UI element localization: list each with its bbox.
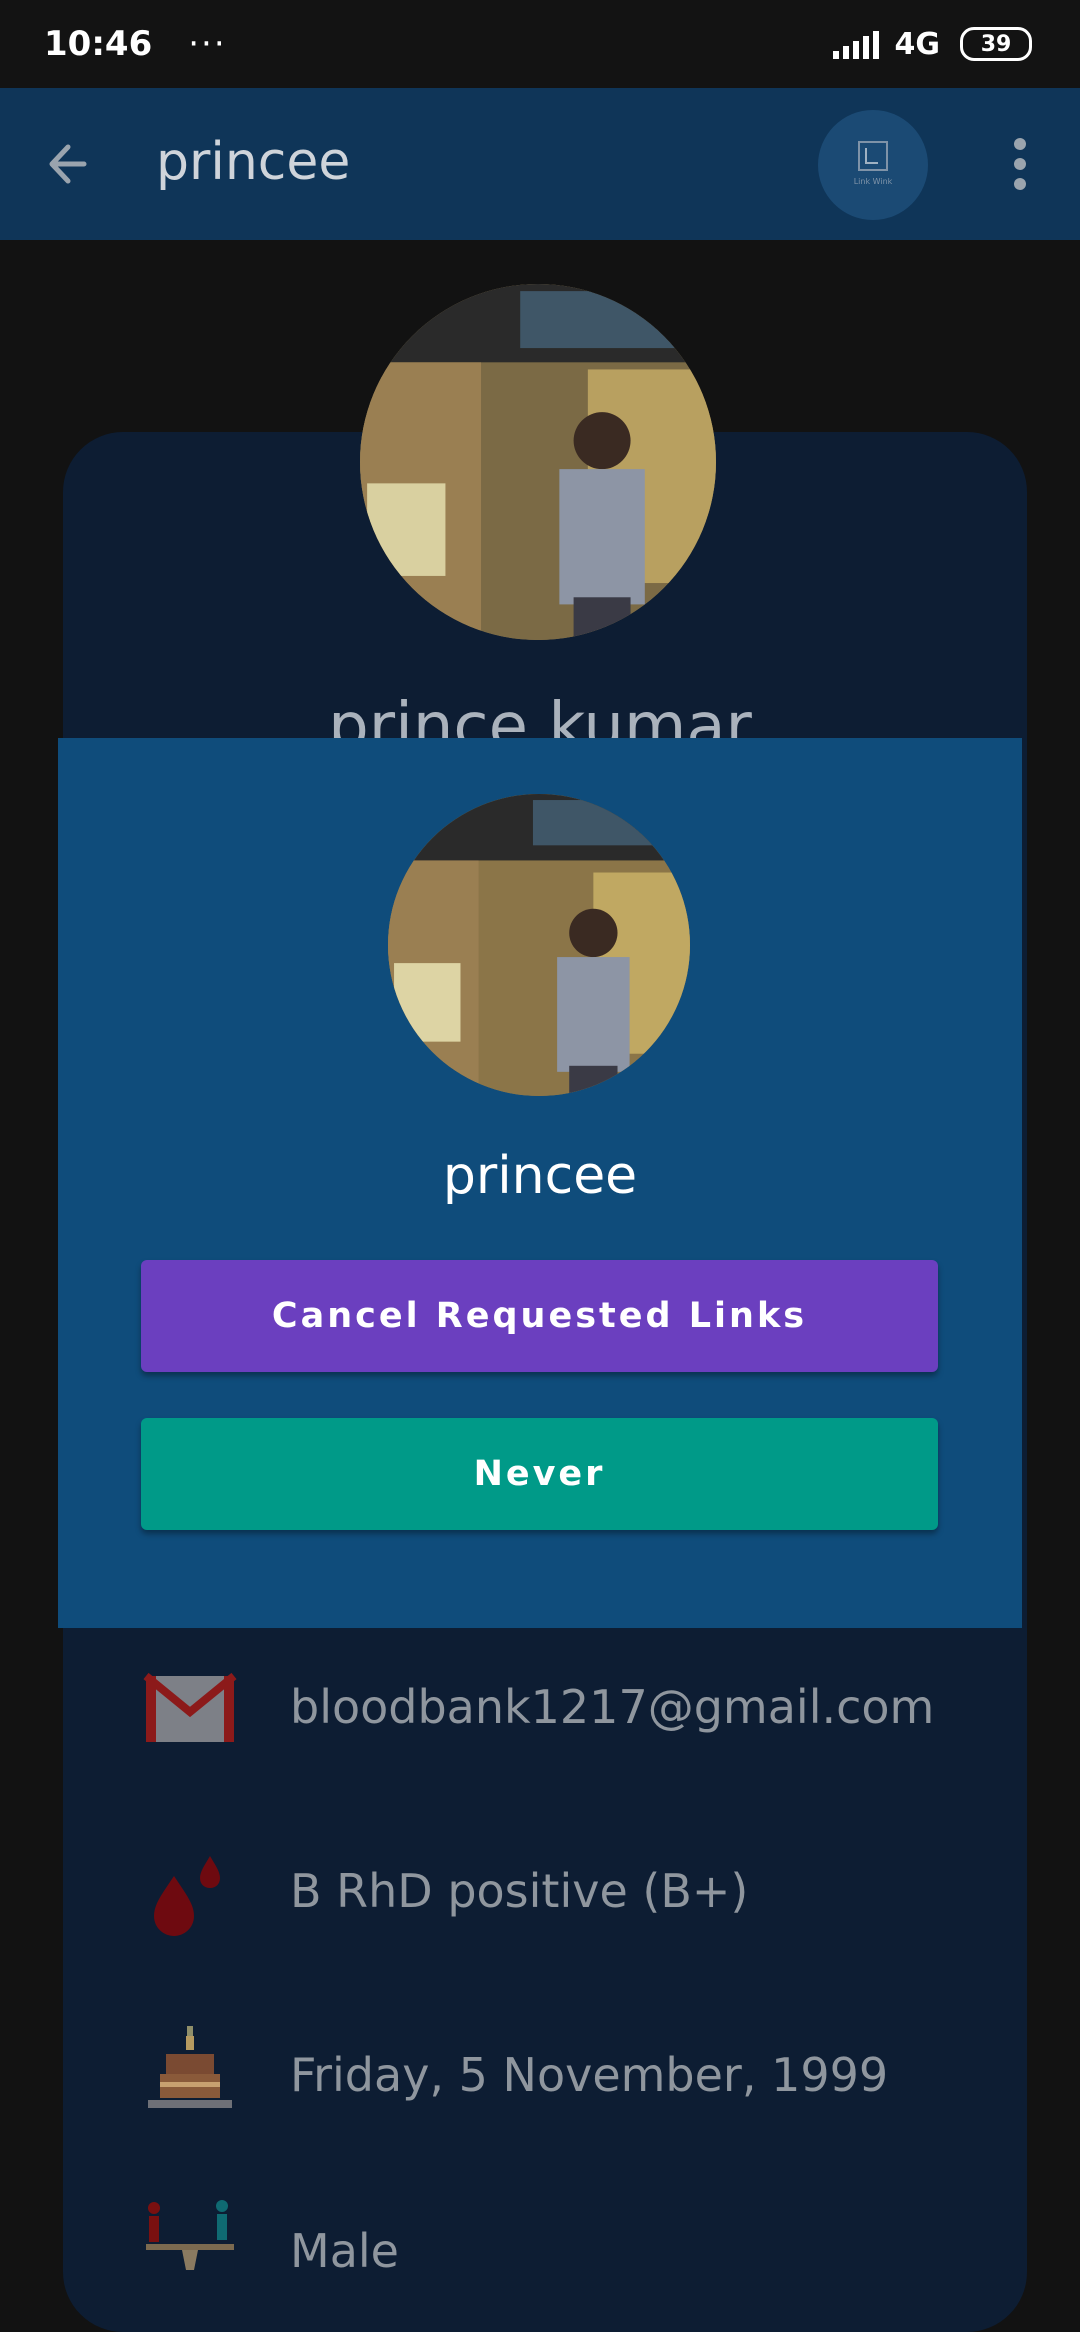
status-right: 4G 39 [832, 26, 1032, 62]
signal-icon [832, 29, 879, 59]
dialog-username: princee [442, 1146, 638, 1206]
gender-row: Male [140, 2200, 1020, 2310]
app-bar: princee Link Wink [0, 88, 1080, 240]
arrow-left-icon [49, 144, 87, 184]
email-text: bloodbank1217@gmail.com [290, 1680, 935, 1734]
email-row[interactable]: bloodbank1217@gmail.com [140, 1656, 1020, 1766]
link-wink-logo-icon: Link Wink [854, 141, 893, 186]
status-time: 10:46 [44, 24, 153, 64]
birthday-text: Friday, 5 November, 1999 [290, 2048, 889, 2102]
link-request-dialog: princee Cancel Requested Links Never [58, 738, 1022, 1628]
birthday-cake-icon [140, 2024, 240, 2124]
never-button[interactable]: Never [141, 1418, 938, 1530]
more-vert-icon [1014, 138, 1026, 190]
status-left: 10:46 ··· [44, 24, 227, 64]
battery-icon: 39 [960, 27, 1032, 61]
app-logo-button[interactable]: Link Wink [818, 110, 928, 220]
notification-dots: ··· [188, 24, 227, 64]
profile-photo [360, 284, 716, 640]
dialog-photo [388, 794, 690, 1096]
status-bar: 10:46 ··· 4G 39 [0, 0, 1080, 88]
blood-group-text: B RhD positive (B+) [290, 1864, 749, 1918]
gender-text: Male [290, 2224, 399, 2278]
more-options-button[interactable] [1000, 128, 1040, 200]
back-button[interactable] [40, 134, 104, 194]
network-type: 4G [894, 26, 941, 62]
app-title: princee [156, 132, 351, 192]
blood-drop-icon [140, 1840, 240, 1940]
cancel-requested-links-button[interactable]: Cancel Requested Links [141, 1260, 938, 1372]
gender-scale-icon [140, 2200, 240, 2300]
blood-group-row: B RhD positive (B+) [140, 1840, 1020, 1950]
gmail-icon [140, 1656, 240, 1756]
profile-avatar [360, 284, 716, 640]
birthday-row: Friday, 5 November, 1999 [140, 2024, 1020, 2134]
battery-level: 39 [980, 31, 1012, 57]
dialog-avatar [388, 794, 690, 1096]
logo-text: Link Wink [854, 177, 893, 186]
